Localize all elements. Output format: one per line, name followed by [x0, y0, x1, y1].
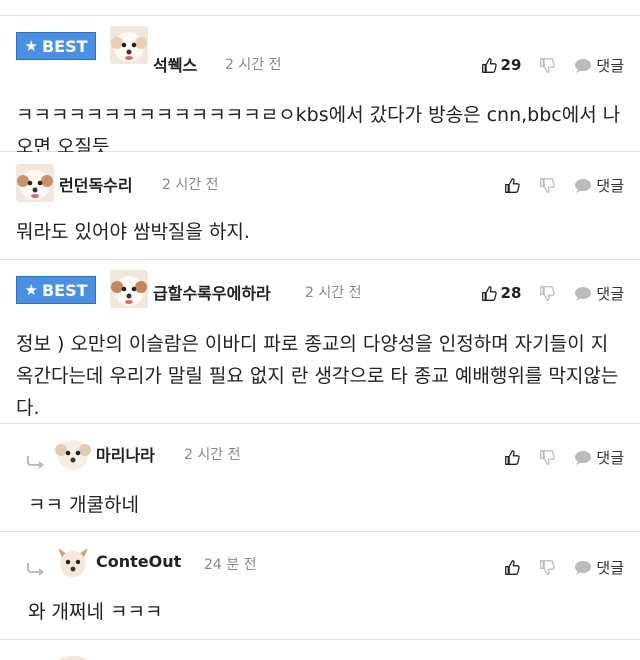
comment-text: 뭐라도 있어야 쌈박질을 하지. — [16, 221, 250, 243]
thumbs-up-icon — [505, 559, 521, 575]
reply-button[interactable]: 댓글 — [574, 557, 624, 578]
like-button[interactable]: 28 — [481, 284, 522, 302]
thumbs-down-icon — [540, 285, 556, 301]
reply-label: 댓글 — [596, 176, 624, 195]
comment-actions: 29 댓글 — [481, 36, 624, 94]
like-button[interactable]: 29 — [481, 56, 522, 74]
star-icon: ★ — [24, 37, 38, 55]
reply-button[interactable]: 댓글 — [574, 55, 624, 76]
avatar[interactable] — [16, 164, 54, 202]
speech-bubble-icon — [575, 560, 592, 575]
thumbs-down-icon — [540, 559, 556, 575]
author-name[interactable]: 석쒝스 — [153, 52, 197, 76]
reply-label: 댓글 — [596, 448, 624, 467]
comment-text: ㅋㅋ 개쿨하네 — [28, 494, 139, 516]
dislike-button[interactable] — [539, 177, 556, 194]
timestamp: 2 시간 전 — [225, 57, 282, 73]
comment-item: 런던독수리 2 시간 전 댓글 뭐라도 있어야 쌈박질을 하지. — [0, 152, 640, 260]
comment-actions: 28 댓글 — [481, 264, 624, 322]
reply-button[interactable]: 댓글 — [574, 283, 624, 304]
timestamp: 2 시간 전 — [184, 447, 241, 463]
dislike-button[interactable] — [539, 449, 556, 466]
comment-header: 런던독수리 2 시간 전 댓글 — [0, 152, 640, 210]
speech-bubble-icon — [575, 450, 592, 465]
comment-item: ★ BEST 석쒝스 2 시간 전 29 댓글 ㅋㅋㅋㅋㅋㅋㅋㅋㅋㅋㅋㅋㅋㅋㄹㅇ… — [0, 16, 640, 158]
reply-arrow-icon — [27, 456, 44, 469]
avatar[interactable] — [110, 270, 148, 308]
like-button[interactable] — [504, 177, 521, 194]
top-divider — [0, 0, 640, 16]
avatar[interactable] — [54, 434, 92, 472]
reply-arrow-icon — [27, 563, 44, 576]
like-count: 28 — [500, 284, 522, 302]
reply-button[interactable]: 댓글 — [574, 175, 624, 196]
dislike-button[interactable] — [539, 559, 556, 576]
reply-item: ConteOut 24 분 전 댓글 와 개쩌네 ㅋㅋㅋ — [0, 532, 640, 640]
speech-bubble-icon — [575, 286, 592, 301]
reply-button[interactable]: 댓글 — [574, 447, 624, 468]
avatar[interactable] — [54, 650, 92, 660]
best-label: BEST — [41, 36, 88, 56]
dislike-button[interactable] — [539, 285, 556, 302]
thumbs-up-icon — [505, 449, 521, 465]
comment-header: ★ BEST 석쒝스 2 시간 전 29 댓글 — [0, 16, 640, 76]
timestamp: 24 분 전 — [204, 557, 257, 573]
comment-header: 마리나라 2 시간 전 댓글 — [0, 424, 640, 482]
comment-header: ★ BEST 급할수록우에하라 2 시간 전 28 댓글 — [0, 260, 640, 318]
reply-label: 댓글 — [596, 56, 624, 75]
comment-header: ConteOut 24 분 전 댓글 — [0, 532, 640, 590]
thumbs-up-icon — [481, 57, 497, 73]
reply-label: 댓글 — [596, 284, 624, 303]
comment-actions: 댓글 — [504, 428, 624, 486]
thumbs-up-icon — [481, 285, 497, 301]
best-label: BEST — [41, 280, 88, 300]
comment-actions: 댓글 — [504, 156, 624, 214]
thumbs-up-icon — [505, 177, 521, 193]
author-name[interactable]: ConteOut — [96, 552, 181, 571]
reply-label: 댓글 — [596, 558, 624, 577]
thumbs-down-icon — [540, 57, 556, 73]
speech-bubble-icon — [575, 58, 592, 73]
comment-item: ★ BEST 급할수록우에하라 2 시간 전 28 댓글 정보 ) 오만의 이슬… — [0, 260, 640, 424]
comment-actions: 댓글 — [504, 538, 624, 596]
author-name[interactable]: 급할수록우에하라 — [153, 280, 271, 304]
thumbs-down-icon — [540, 449, 556, 465]
reply-item-partial — [0, 640, 640, 660]
author-name[interactable]: 런던독수리 — [59, 172, 133, 196]
speech-bubble-icon — [575, 178, 592, 193]
like-button[interactable] — [504, 449, 521, 466]
star-icon: ★ — [24, 281, 38, 299]
avatar[interactable] — [54, 542, 92, 580]
author-name[interactable]: 마리나라 — [96, 442, 155, 466]
best-badge: ★ BEST — [16, 32, 96, 60]
dislike-button[interactable] — [539, 57, 556, 74]
best-badge: ★ BEST — [16, 276, 96, 304]
reply-item: 마리나라 2 시간 전 댓글 ㅋㅋ 개쿨하네 — [0, 424, 640, 532]
like-button[interactable] — [504, 559, 521, 576]
timestamp: 2 시간 전 — [305, 285, 362, 301]
thumbs-down-icon — [540, 177, 556, 193]
comment-text: 정보 ) 오만의 이슬람은 이바디 파로 종교의 다양성을 인정하며 자기들이 … — [16, 333, 619, 419]
like-count: 29 — [500, 56, 522, 74]
avatar[interactable] — [110, 26, 148, 64]
timestamp: 2 시간 전 — [162, 177, 219, 193]
